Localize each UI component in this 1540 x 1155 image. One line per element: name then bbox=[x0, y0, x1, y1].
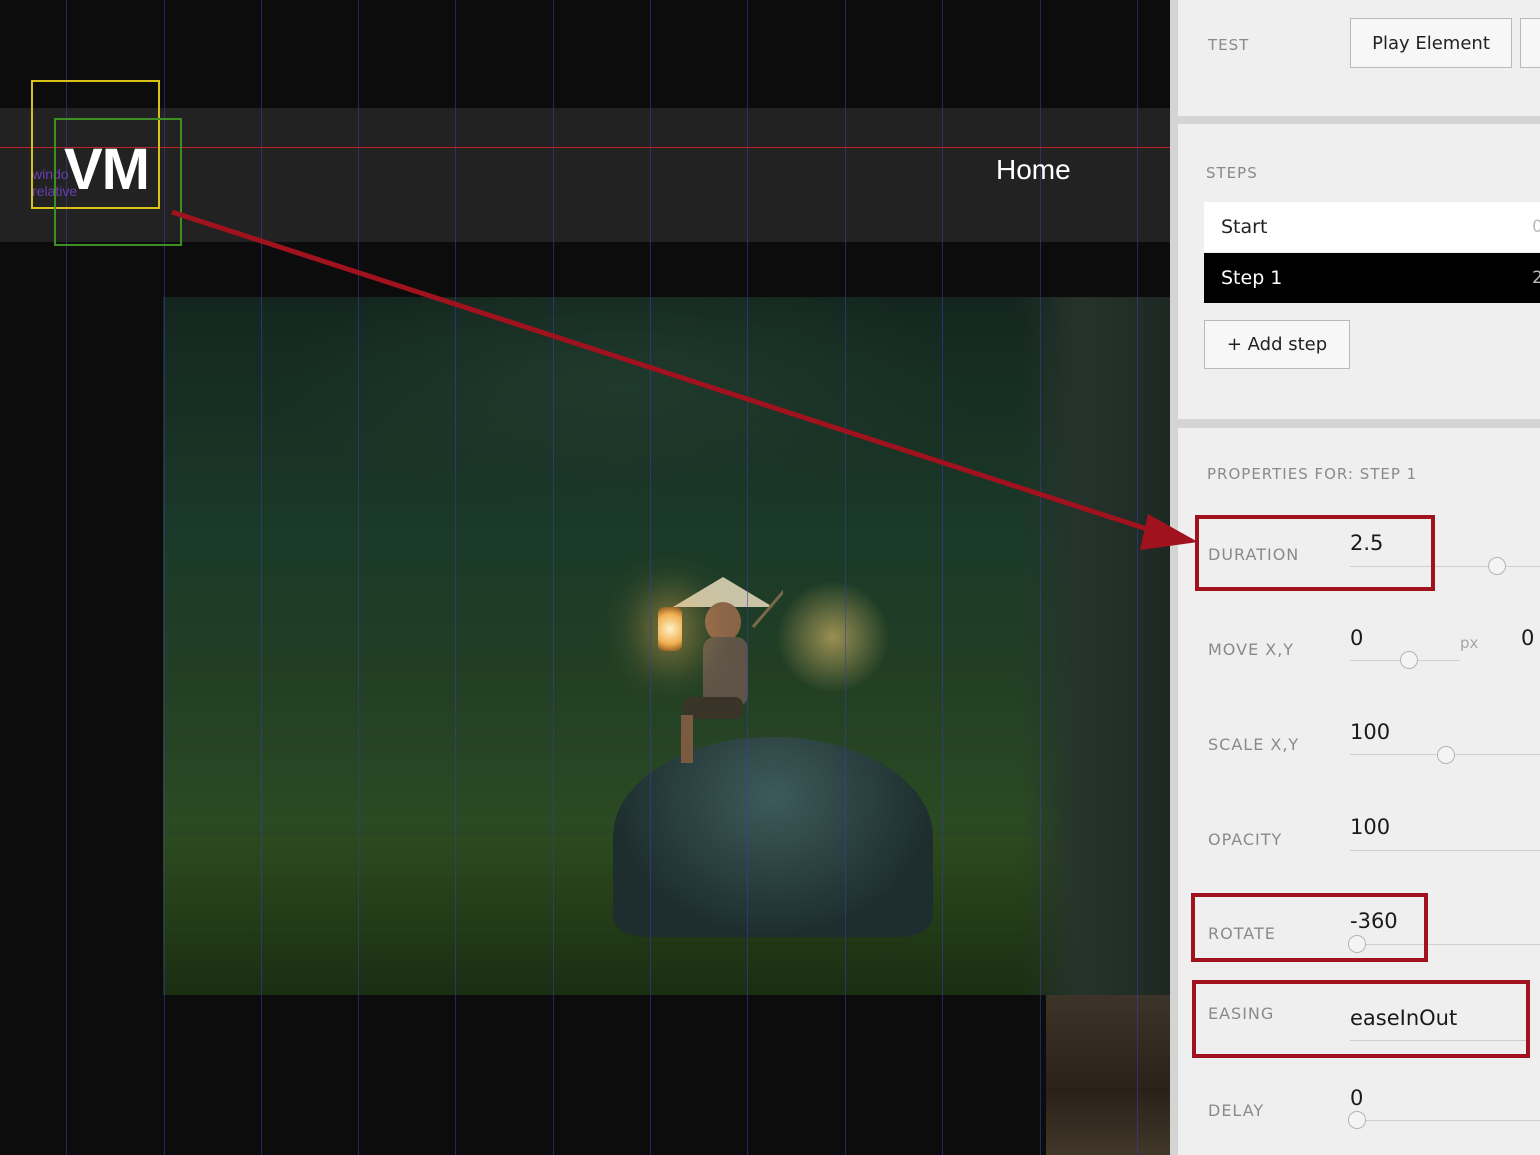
reset-button[interactable] bbox=[1520, 18, 1540, 68]
hero-image-lantern bbox=[658, 607, 682, 651]
grid-guide bbox=[845, 0, 846, 1155]
hero-image-rock bbox=[613, 737, 933, 937]
opacity-slider-track[interactable] bbox=[1350, 850, 1540, 851]
test-section: TEST Play Element bbox=[1178, 0, 1540, 116]
move-y-input[interactable]: 0 bbox=[1521, 626, 1534, 650]
grid-guide bbox=[455, 0, 456, 1155]
hero-image bbox=[163, 297, 1170, 995]
hero-image-tree bbox=[1020, 297, 1170, 995]
step-item-duration: 0 bbox=[1532, 217, 1540, 237]
step-item-duration: 2 bbox=[1532, 268, 1540, 288]
delay-label: DELAY bbox=[1208, 1101, 1265, 1120]
move-x-slider-thumb[interactable] bbox=[1400, 651, 1418, 669]
animation-panel: TEST Play Element STEPS Start 0 Step 1 2… bbox=[1170, 0, 1540, 1155]
play-element-button[interactable]: Play Element bbox=[1350, 18, 1512, 68]
properties-header: PROPERTIES FOR: STEP 1 bbox=[1207, 465, 1418, 483]
step-item-start[interactable]: Start 0 bbox=[1204, 202, 1540, 252]
grid-guide bbox=[553, 0, 554, 1155]
next-image-preview bbox=[1046, 995, 1170, 1155]
nav-link-home[interactable]: Home bbox=[996, 154, 1071, 186]
move-unit-label: px bbox=[1460, 634, 1479, 652]
grid-guide bbox=[1137, 0, 1138, 1155]
scale-label: SCALE X,Y bbox=[1208, 735, 1300, 754]
editor-canvas[interactable]: windo relative VM Home bbox=[0, 0, 1170, 1155]
move-label: MOVE X,Y bbox=[1208, 640, 1295, 659]
step-item-label: Step 1 bbox=[1221, 267, 1283, 289]
steps-label: STEPS bbox=[1206, 164, 1258, 182]
add-step-button[interactable]: + Add step bbox=[1204, 320, 1350, 369]
highlight-box-rotate bbox=[1191, 893, 1428, 962]
move-x-input[interactable]: 0 bbox=[1350, 626, 1363, 650]
delay-input[interactable]: 0 bbox=[1350, 1086, 1363, 1110]
scale-input[interactable]: 100 bbox=[1350, 720, 1390, 744]
grid-guide bbox=[942, 0, 943, 1155]
duration-slider-thumb[interactable] bbox=[1488, 557, 1506, 575]
highlight-box-easing bbox=[1192, 980, 1530, 1058]
steps-section: STEPS Start 0 Step 1 2 + Add step bbox=[1178, 124, 1540, 419]
scale-slider-thumb[interactable] bbox=[1437, 746, 1455, 764]
hero-image-boy-figure bbox=[673, 577, 783, 763]
step-item-step-1[interactable]: Step 1 2 bbox=[1204, 253, 1540, 303]
opacity-input[interactable]: 100 bbox=[1350, 815, 1390, 839]
grid-guide bbox=[747, 0, 748, 1155]
test-label: TEST bbox=[1208, 36, 1250, 54]
highlight-box-duration bbox=[1195, 515, 1435, 591]
delay-slider-thumb[interactable] bbox=[1348, 1111, 1366, 1129]
grid-guide bbox=[358, 0, 359, 1155]
opacity-label: OPACITY bbox=[1208, 830, 1283, 849]
step-item-label: Start bbox=[1221, 216, 1268, 238]
grid-guide bbox=[650, 0, 651, 1155]
element-selection-box-step[interactable] bbox=[54, 118, 182, 246]
grid-guide bbox=[261, 0, 262, 1155]
delay-slider-track[interactable] bbox=[1350, 1120, 1540, 1121]
